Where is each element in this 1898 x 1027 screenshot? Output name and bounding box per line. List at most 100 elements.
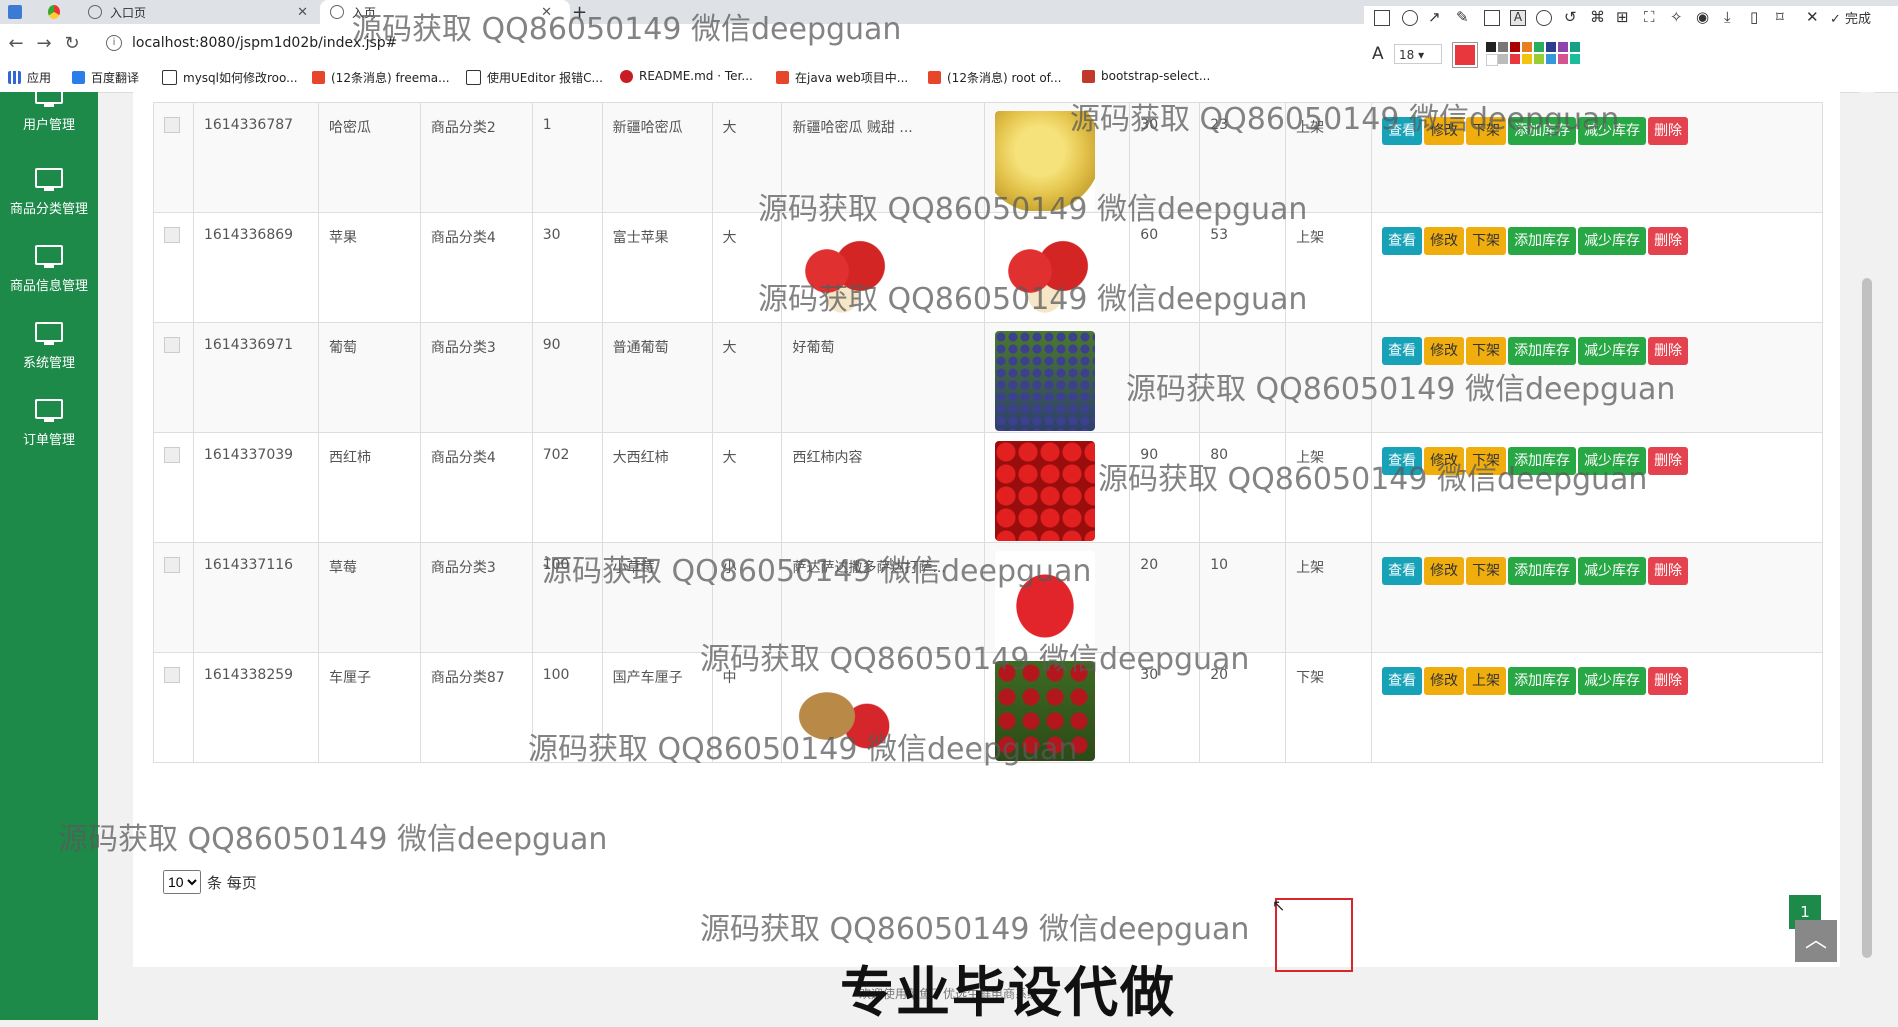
pen-tool-icon[interactable]: ✎ (1456, 8, 1469, 26)
reload-icon[interactable]: ↻ (58, 33, 86, 54)
delete-button[interactable]: 删除 (1648, 557, 1689, 585)
color-swatch[interactable] (1522, 42, 1532, 52)
product-status: 上架 (1285, 542, 1373, 653)
sidebar-item-system[interactable]: 系统管理 (0, 322, 98, 392)
cancel-icon[interactable]: ✕ (1806, 8, 1819, 26)
bookmark-item[interactable]: 使用UEditor 报错C... (466, 69, 603, 86)
color-swatch[interactable] (1546, 42, 1556, 52)
font-size-select[interactable]: 18 ▾ (1394, 44, 1442, 64)
edit-button[interactable]: 修改 (1424, 337, 1465, 365)
color-swatch[interactable] (1498, 42, 1508, 52)
add-stock-button[interactable]: 添加库存 (1508, 557, 1577, 585)
color-swatch[interactable] (1570, 42, 1580, 52)
forward-icon[interactable]: → (30, 33, 58, 54)
number-tool-icon[interactable] (1536, 10, 1552, 26)
color-swatch[interactable] (1558, 42, 1568, 52)
bookmark-item[interactable]: mysql如何修改roo... (162, 69, 298, 86)
actions-cell: 查看 修改 下架 添加库存 减少库存 删除 (1371, 542, 1823, 653)
edit-button[interactable]: 修改 (1424, 667, 1465, 695)
delete-button[interactable]: 删除 (1648, 447, 1689, 475)
bookmark-tool-icon[interactable]: ⌑ (1776, 8, 1784, 26)
sidebar-item-users[interactable]: 用户管理 (0, 84, 98, 154)
bookmark-item[interactable]: 在java web项目中... (776, 69, 908, 86)
download-icon[interactable]: ⤓ (1724, 8, 1731, 26)
globe-icon (88, 5, 102, 19)
toggle-listing-button[interactable]: 下架 (1466, 227, 1507, 255)
row-checkbox[interactable] (164, 337, 180, 353)
view-button[interactable]: 查看 (1382, 337, 1423, 365)
row-checkbox[interactable] (164, 667, 180, 683)
sidebar-item-category[interactable]: 商品分类管理 (0, 168, 98, 238)
delete-button[interactable]: 删除 (1648, 337, 1689, 365)
ellipse-tool-icon[interactable] (1402, 10, 1418, 26)
color-swatch[interactable] (1558, 54, 1568, 64)
reduce-stock-button[interactable]: 减少库存 (1578, 667, 1647, 695)
bookmark-item[interactable]: (12条消息) root of... (928, 69, 1061, 86)
product-desc: 新疆哈密瓜 贼甜 ... (792, 120, 913, 136)
edit-button[interactable]: 修改 (1424, 227, 1465, 255)
page-size-label: 条 每页 (207, 873, 257, 892)
current-color-swatch[interactable] (1452, 42, 1478, 68)
arrow-tool-icon[interactable]: ↗ (1428, 8, 1441, 26)
color-swatch[interactable] (1534, 54, 1544, 64)
ocr-icon[interactable]: ⊞ (1616, 8, 1629, 26)
phone-icon[interactable]: ▯ (1750, 8, 1758, 26)
bookmark-item[interactable]: README.md · Ter... (620, 69, 753, 83)
magic-icon[interactable]: ✧ (1670, 8, 1683, 26)
bookmark-icon (312, 71, 325, 84)
reduce-stock-button[interactable]: 减少库存 (1578, 227, 1647, 255)
toggle-listing-button[interactable]: 下架 (1466, 337, 1507, 365)
back-icon[interactable]: ← (2, 33, 30, 54)
back-to-top-button[interactable]: ︿ (1795, 920, 1837, 962)
delete-button[interactable]: 删除 (1648, 117, 1689, 145)
view-button[interactable]: 查看 (1382, 557, 1423, 585)
add-stock-button[interactable]: 添加库存 (1508, 227, 1577, 255)
reduce-stock-button[interactable]: 减少库存 (1578, 557, 1647, 585)
text-tool-icon[interactable]: A (1510, 10, 1526, 26)
page-size-select[interactable]: 10 (163, 870, 201, 894)
color-swatch[interactable] (1486, 42, 1496, 52)
color-swatch[interactable] (1546, 54, 1556, 64)
product-image[interactable] (995, 331, 1096, 431)
color-swatch[interactable] (1534, 42, 1544, 52)
sidebar-item-products[interactable]: 商品信息管理 (0, 245, 98, 315)
color-swatch[interactable] (1522, 54, 1532, 64)
chrome-app-icon[interactable] (48, 0, 68, 24)
row-checkbox[interactable] (164, 557, 180, 573)
add-stock-button[interactable]: 添加库存 (1508, 667, 1577, 695)
delete-button[interactable]: 删除 (1648, 667, 1689, 695)
row-checkbox[interactable] (164, 227, 180, 243)
bookmark-item[interactable]: (12条消息) freema... (312, 69, 450, 86)
rectangle-tool-icon[interactable] (1374, 10, 1390, 26)
row-checkbox[interactable] (164, 117, 180, 133)
watermark: 源码获取 QQ86050149 微信deepguan (758, 192, 1308, 227)
mosaic-tool-icon[interactable] (1484, 10, 1500, 26)
color-swatch[interactable] (1498, 54, 1508, 64)
product-id: 1614337039 (192, 432, 319, 543)
product-image[interactable] (995, 441, 1096, 541)
translate-icon[interactable]: ⛶ (1644, 8, 1655, 26)
close-icon[interactable]: ✕ (297, 5, 308, 20)
add-stock-button[interactable]: 添加库存 (1508, 337, 1577, 365)
color-swatch[interactable] (1510, 54, 1520, 64)
record-icon[interactable]: ◉ (1696, 8, 1709, 26)
edit-button[interactable]: 修改 (1424, 557, 1465, 585)
scrollbar-thumb[interactable] (1862, 278, 1872, 958)
view-button[interactable]: 查看 (1382, 227, 1423, 255)
color-swatch[interactable] (1570, 54, 1580, 64)
color-swatch[interactable] (1510, 42, 1520, 52)
view-button[interactable]: 查看 (1382, 667, 1423, 695)
toggle-listing-button[interactable]: 下架 (1466, 557, 1507, 585)
color-swatch[interactable] (1486, 54, 1498, 66)
pin-icon[interactable]: ⌘ (1590, 8, 1605, 26)
tab-entry[interactable]: 入口页 ✕ (88, 0, 308, 24)
toggle-listing-button[interactable]: 上架 (1466, 667, 1507, 695)
bookmark-item[interactable]: bootstrap-select... (1082, 69, 1210, 83)
reduce-stock-button[interactable]: 减少库存 (1578, 337, 1647, 365)
delete-button[interactable]: 删除 (1648, 227, 1689, 255)
done-button[interactable]: ✓ 完成 (1830, 8, 1871, 27)
sidebar-item-orders[interactable]: 订单管理 (0, 399, 98, 469)
row-checkbox[interactable] (164, 447, 180, 463)
undo-icon[interactable]: ↺ (1564, 8, 1577, 26)
mail-app-icon[interactable] (8, 0, 30, 24)
